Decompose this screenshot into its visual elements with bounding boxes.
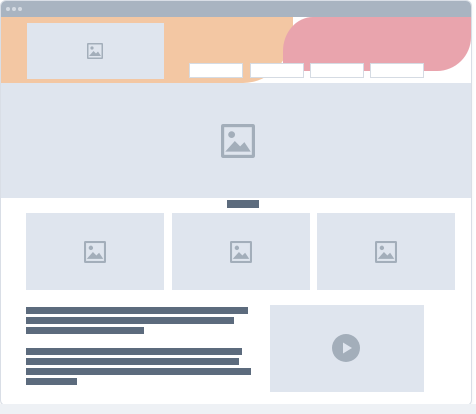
text-line	[26, 378, 77, 385]
play-icon[interactable]	[332, 334, 360, 362]
feature-card[interactable]	[172, 213, 310, 290]
nav-item[interactable]	[310, 63, 364, 78]
text-line	[26, 368, 251, 375]
video-player[interactable]	[270, 305, 424, 392]
image-placeholder-icon	[375, 241, 397, 263]
nav-item[interactable]	[250, 63, 304, 78]
text-line	[26, 317, 234, 324]
hero-banner[interactable]	[1, 83, 471, 198]
slider-indicator[interactable]	[227, 200, 259, 208]
window-dot-icon[interactable]	[6, 7, 10, 11]
nav-item[interactable]	[189, 63, 243, 78]
feature-card[interactable]	[317, 213, 455, 290]
nav-item[interactable]	[370, 63, 424, 78]
image-placeholder-icon	[221, 124, 255, 158]
window-dot-icon[interactable]	[18, 7, 22, 11]
text-line	[26, 307, 248, 314]
text-line	[26, 327, 144, 334]
browser-window	[0, 0, 472, 406]
feature-card[interactable]	[26, 213, 164, 290]
logo-placeholder[interactable]	[27, 23, 164, 79]
image-placeholder-icon	[84, 241, 106, 263]
window-dot-icon[interactable]	[12, 7, 16, 11]
image-placeholder-icon	[230, 241, 252, 263]
text-line	[26, 348, 242, 355]
image-placeholder-icon	[87, 43, 103, 59]
window-titlebar	[1, 1, 471, 17]
text-line	[26, 358, 239, 365]
page-footer	[0, 404, 476, 414]
